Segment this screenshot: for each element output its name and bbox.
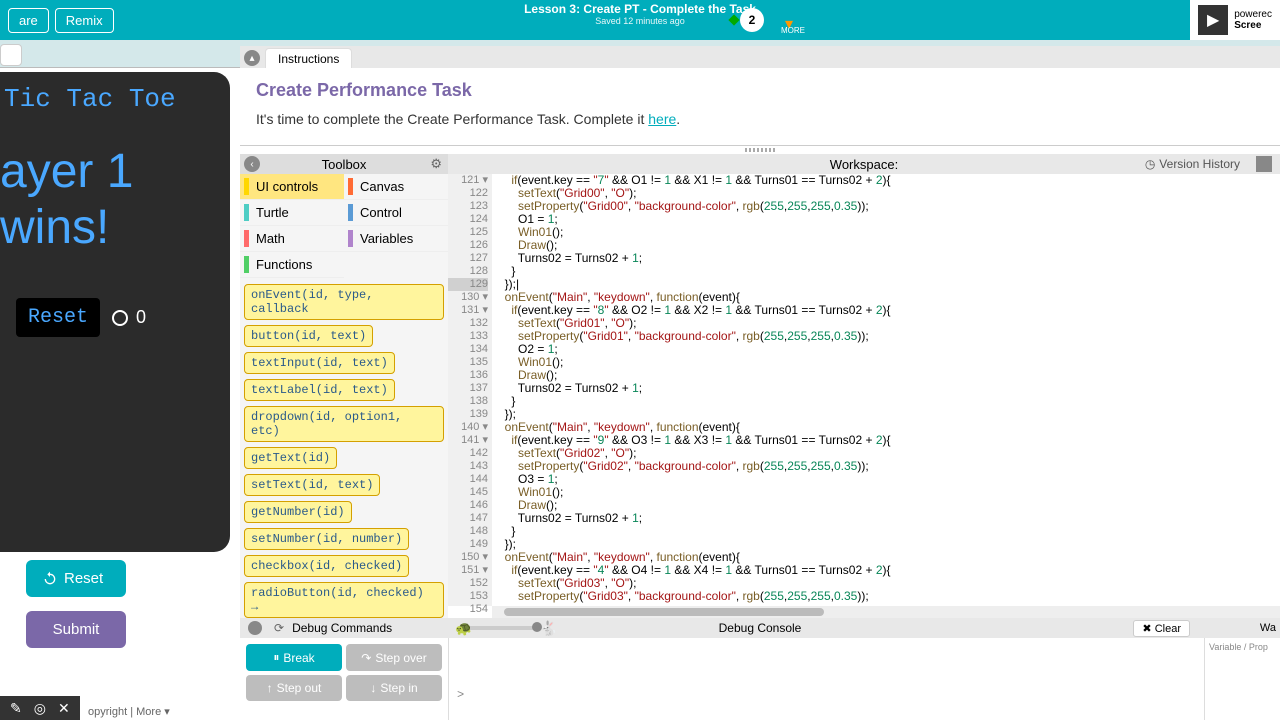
refresh-icon[interactable]: ⟳ [274, 621, 284, 635]
workspace-header-label: Workspace: [830, 157, 898, 172]
submit-button[interactable]: Submit [26, 611, 126, 648]
debug-commands-label: Debug Commands [292, 621, 392, 635]
powered-by-badge: ▶ powerec Scree [1190, 0, 1280, 40]
copyright-link[interactable]: opyright [88, 706, 127, 718]
app-header: are Remix Lesson 3: Create PT - Complete… [0, 0, 1280, 40]
toolbox-block[interactable]: setNumber(id, number) [244, 528, 409, 550]
blocks-toggle-icon[interactable] [1256, 156, 1272, 172]
lesson-title: Lesson 3: Create PT - Complete the Task … [524, 2, 756, 26]
workspace-header: Workspace: Version History [448, 154, 1280, 174]
toolbox-block[interactable]: getNumber(id) [244, 501, 352, 523]
run-controls: Reset Submit [26, 560, 206, 648]
powered-text: powerec Scree [1234, 9, 1272, 31]
rabbit-speed-icon: 🐇 [540, 620, 557, 637]
progress-bubble[interactable]: 2 [740, 8, 764, 32]
instructions-tab[interactable]: Instructions [265, 48, 352, 69]
win-message: ayer 1 wins! [0, 126, 230, 278]
screencastify-logo-icon: ▶ [1198, 5, 1228, 35]
toolbox-block[interactable]: getText(id) [244, 447, 337, 469]
more-link[interactable]: More ▾ [136, 706, 170, 718]
win-line-2: wins! [0, 201, 109, 254]
collapse-debug-icon[interactable] [248, 621, 262, 635]
code-editor[interactable]: 121 ▾122123124125126127128129130 ▾131 ▾1… [448, 174, 1280, 618]
lesson-title-text: Lesson 3: Create PT - Complete the Task [524, 2, 756, 16]
instructions-body: It's time to complete the Create Perform… [256, 111, 1264, 127]
score-o: 0 [112, 307, 146, 328]
cat-turtle[interactable]: Turtle [240, 200, 344, 226]
cat-variables[interactable]: Variables [344, 226, 448, 252]
collapse-instructions-icon[interactable]: ▴ [244, 50, 260, 66]
share-button[interactable]: are [8, 8, 49, 33]
reset-label: Reset [64, 570, 103, 587]
watch-label: Wa [1260, 622, 1276, 634]
toolbox: UI controls Canvas Turtle Control Math V… [240, 174, 448, 618]
preview-controls: Reset 0 [0, 278, 230, 357]
horizontal-scrollbar[interactable] [492, 606, 1280, 618]
toolbox-block[interactable]: textInput(id, text) [244, 352, 395, 374]
version-history-button[interactable]: Version History [1145, 157, 1240, 171]
win-line-1: ayer 1 [0, 145, 133, 198]
clear-button[interactable]: ✖ Clear [1133, 620, 1190, 637]
instructions-title: Create Performance Task [256, 80, 1264, 101]
break-button[interactable]: ⏸ Break [246, 644, 342, 671]
footer-icons: ✎ ◎ ✕ [0, 696, 80, 720]
more-label: MORE [781, 26, 805, 35]
toolbox-block[interactable]: onEvent(id, type, callback [244, 284, 444, 320]
o-icon [112, 310, 128, 326]
gear-icon[interactable]: ⚙ [430, 156, 442, 172]
step-in-button[interactable]: ↓ Step in [346, 675, 442, 701]
close-icon[interactable]: ✕ [58, 700, 70, 717]
reset-icon [42, 571, 58, 587]
footer-links: opyright | More ▾ [88, 705, 170, 718]
app-preview: Tic Tac Toe ayer 1 wins! Reset 0 [0, 72, 230, 552]
toolbox-block[interactable]: checkbox(id, checked) [244, 555, 409, 577]
saved-status: Saved 12 minutes ago [524, 16, 756, 26]
cat-ui-controls[interactable]: UI controls [240, 174, 344, 200]
debug-commands: ⏸ Break ↷ Step over ↑ Step out ↓ Step in [240, 638, 448, 720]
instr-prefix: It's time to complete the Create Perform… [256, 111, 648, 127]
reset-button[interactable]: Reset [26, 560, 126, 597]
code-content[interactable]: if(event.key == "7" && O1 != 1 && X1 != … [492, 174, 1280, 606]
toolbox-block[interactable]: dropdown(id, option1, etc) [244, 406, 444, 442]
watch-column: Variable / Prop [1204, 638, 1280, 720]
remix-button[interactable]: Remix [55, 8, 114, 33]
toolbox-header: ‹ Toolbox ⚙ [240, 154, 448, 174]
cat-math[interactable]: Math [240, 226, 344, 252]
toolbox-block[interactable]: radioButton(id, checked) → [244, 582, 444, 618]
powered-top: powerec [1234, 9, 1272, 20]
game-title: Tic Tac Toe [0, 72, 230, 126]
step-over-button[interactable]: ↷ Step over [346, 644, 442, 671]
line-gutter: 121 ▾122123124125126127128129130 ▾131 ▾1… [448, 174, 492, 606]
instructions-link[interactable]: here [648, 111, 676, 127]
toolbox-block[interactable]: textLabel(id, text) [244, 379, 395, 401]
design-mode-toggle[interactable] [0, 44, 22, 66]
speed-slider[interactable] [470, 626, 540, 630]
target-icon[interactable]: ◎ [34, 700, 46, 717]
toolbox-header-label: Toolbox [322, 157, 367, 172]
toolbox-block[interactable]: button(id, text) [244, 325, 373, 347]
cat-control[interactable]: Control [344, 200, 448, 226]
pencil-icon[interactable]: ✎ [10, 700, 22, 717]
score-o-value: 0 [136, 307, 146, 327]
instructions-tab-row [240, 46, 1280, 68]
debug-header: ⟳ Debug Commands 🐢 🐇 Debug Console ✖ Cle… [240, 618, 1280, 638]
game-reset-button[interactable]: Reset [16, 298, 100, 337]
instructions-panel: Create Performance Task It's time to com… [240, 68, 1280, 146]
cat-canvas[interactable]: Canvas [344, 174, 448, 200]
debug-body: ⏸ Break ↷ Step over ↑ Step out ↓ Step in… [240, 638, 1280, 720]
block-list[interactable]: onEvent(id, type, callback button(id, tex… [240, 278, 448, 618]
debug-console[interactable]: > [448, 638, 1204, 720]
toolbox-back-icon[interactable]: ‹ [244, 156, 260, 172]
mid-header: ‹ Toolbox ⚙ Workspace: Version History [240, 154, 1280, 174]
category-grid: UI controls Canvas Turtle Control Math V… [240, 174, 448, 278]
cat-functions[interactable]: Functions [240, 252, 344, 278]
powered-bottom: Scree [1234, 20, 1272, 31]
instr-suffix: . [676, 111, 680, 127]
debug-console-label: Debug Console [719, 621, 802, 635]
toolbox-block[interactable]: setText(id, text) [244, 474, 380, 496]
horizontal-grip-icon[interactable] [745, 148, 775, 152]
step-out-button[interactable]: ↑ Step out [246, 675, 342, 701]
